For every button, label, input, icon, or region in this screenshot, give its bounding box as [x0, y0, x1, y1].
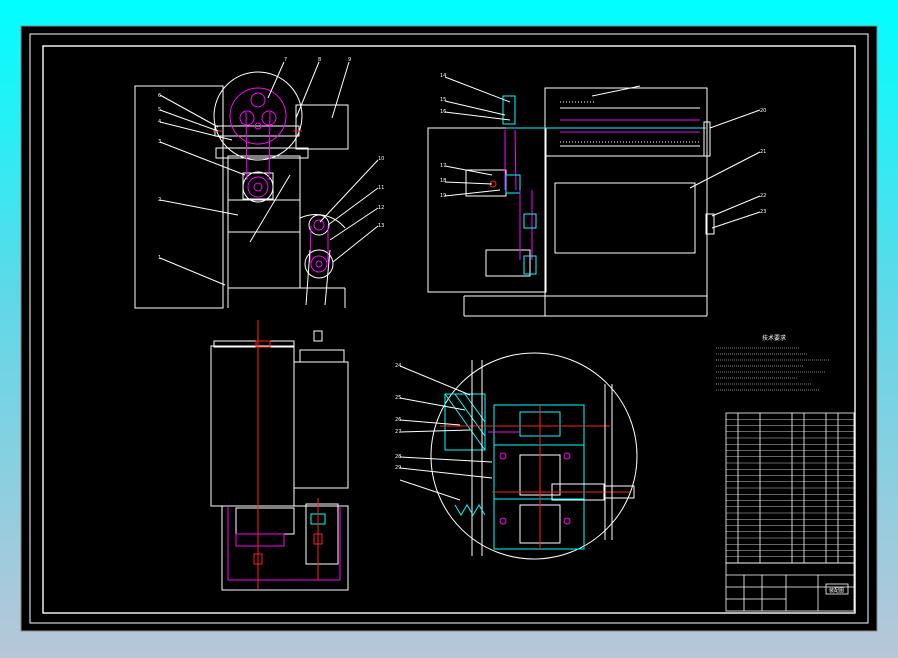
svg-text:23: 23	[760, 209, 766, 215]
svg-text:13: 13	[378, 223, 384, 229]
svg-text:16: 16	[440, 109, 446, 115]
svg-text:24: 24	[395, 363, 401, 369]
svg-text:15: 15	[440, 97, 446, 103]
svg-text:6: 6	[158, 93, 161, 99]
svg-text:7: 7	[284, 57, 287, 63]
svg-text:2: 2	[158, 197, 161, 203]
svg-text:21: 21	[760, 149, 766, 155]
svg-text:12: 12	[378, 205, 384, 211]
svg-text:5: 5	[158, 107, 161, 113]
svg-text:18: 18	[440, 178, 446, 184]
svg-text:28: 28	[395, 454, 401, 460]
svg-text:26: 26	[395, 417, 401, 423]
drawing-sheet	[20, 25, 878, 632]
svg-text:11: 11	[378, 185, 384, 191]
svg-text:4: 4	[158, 119, 161, 125]
svg-text:17: 17	[440, 163, 446, 169]
svg-text:29: 29	[395, 465, 401, 471]
svg-text:1: 1	[158, 255, 161, 261]
svg-text:8: 8	[318, 57, 321, 63]
cad-drawing-canvas: 789 654 321 10111213 141516 171819 20212…	[20, 25, 878, 632]
svg-text:9: 9	[348, 57, 351, 63]
title-block-name: 装配图	[829, 587, 844, 594]
svg-text:22: 22	[760, 193, 766, 199]
svg-text:14: 14	[440, 73, 446, 79]
svg-text:20: 20	[760, 108, 766, 114]
svg-text:19: 19	[440, 193, 446, 199]
svg-text:10: 10	[378, 156, 384, 162]
svg-text:27: 27	[395, 429, 401, 435]
svg-text:3: 3	[158, 139, 161, 145]
svg-text:25: 25	[395, 395, 401, 401]
tech-notes-title: 技术要求	[762, 334, 786, 342]
